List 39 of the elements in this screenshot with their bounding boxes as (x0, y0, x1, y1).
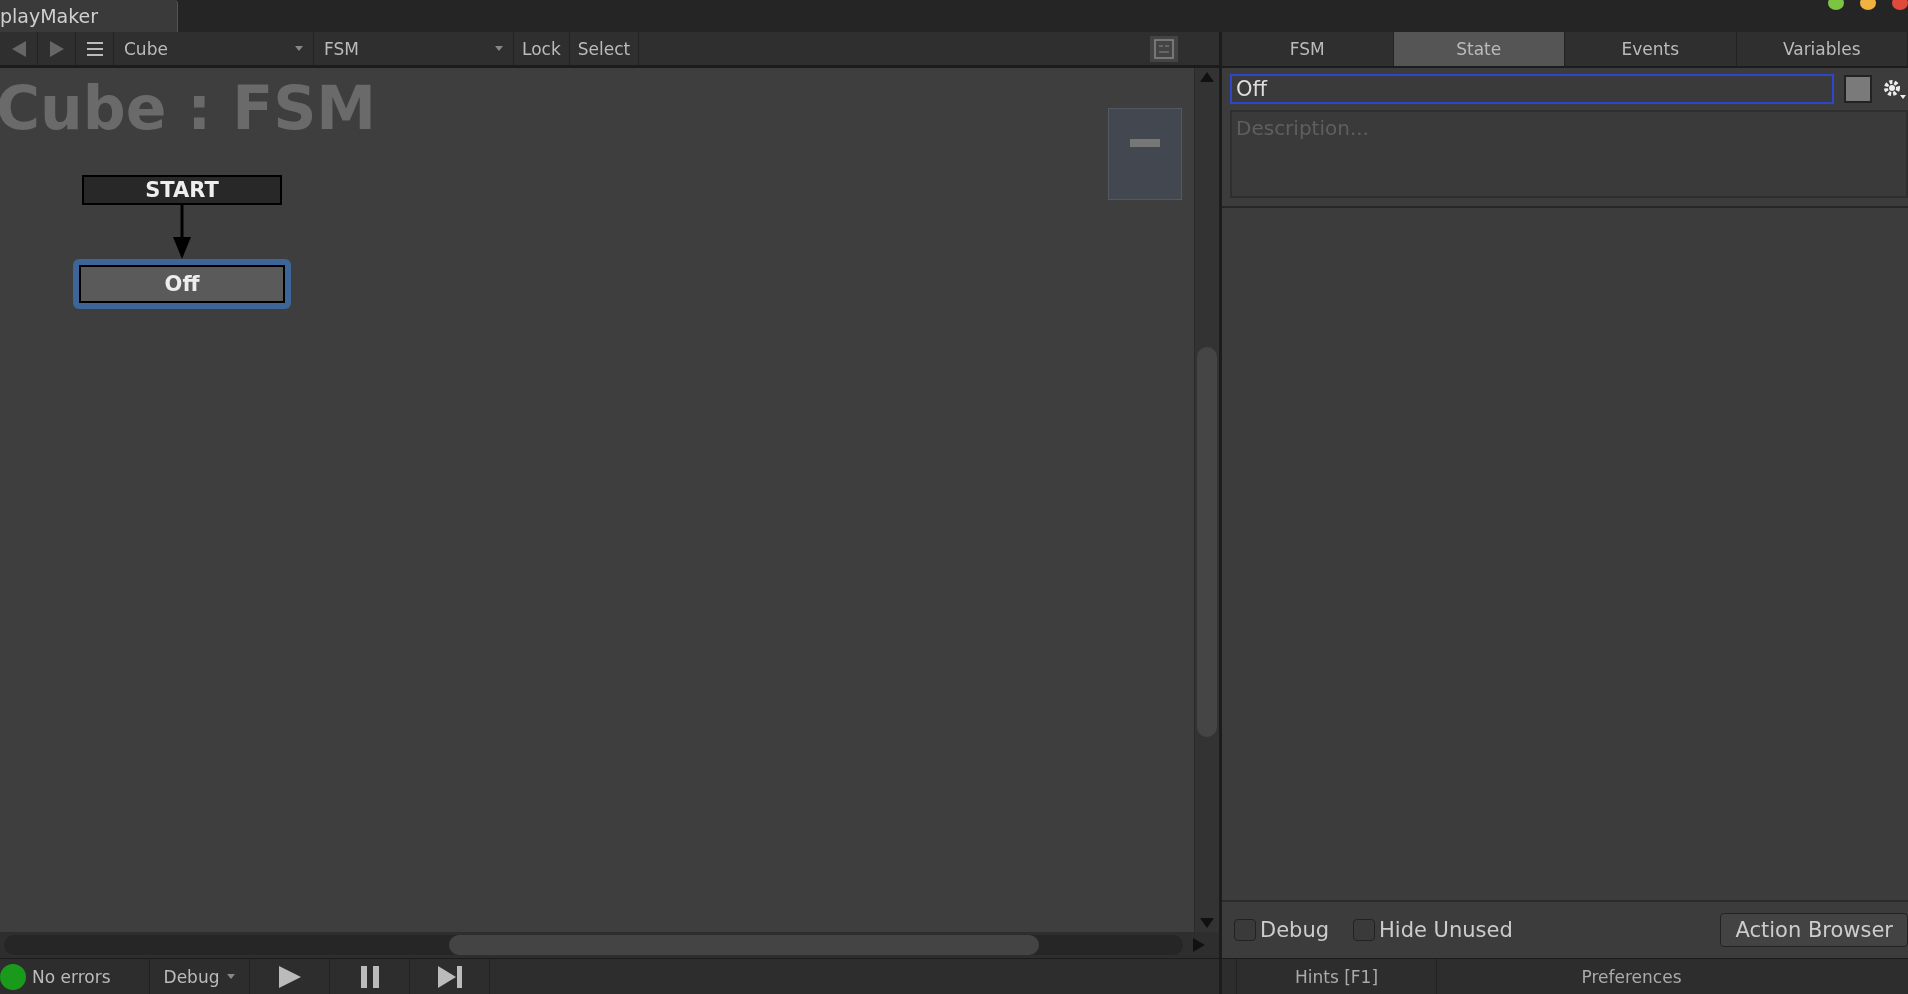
triangle-right-icon (47, 39, 66, 58)
minimap[interactable] (1108, 108, 1182, 200)
window-tab[interactable]: playMaker (0, 0, 178, 32)
mode-dropdown[interactable]: Debug (150, 959, 250, 994)
menu-icon (86, 41, 103, 56)
option-checkbox[interactable]: Debug (1234, 918, 1330, 942)
close-icon[interactable] (1892, 0, 1908, 10)
minimize-icon[interactable] (1860, 0, 1876, 10)
vertical-scrollbar[interactable] (1194, 68, 1219, 932)
inspector-tab[interactable]: State (1393, 32, 1565, 66)
state-name-field[interactable]: Off (1230, 74, 1834, 104)
maximize-icon[interactable] (1828, 0, 1844, 10)
frame-icon[interactable] (1149, 34, 1179, 63)
caret-icon (495, 46, 503, 51)
gear-icon[interactable] (1882, 78, 1906, 100)
caret-icon (227, 974, 236, 979)
step-icon (436, 964, 463, 989)
transition-arrow (172, 205, 192, 259)
footer-link[interactable]: Hints [F1] (1236, 959, 1436, 994)
horizontal-scrollbar[interactable] (0, 932, 1219, 958)
object-dropdown[interactable]: FSM (314, 32, 514, 65)
toolbar-button[interactable]: Select (569, 32, 640, 65)
toolbar-button[interactable]: Lock (514, 32, 570, 65)
state-node[interactable]: Off (73, 259, 291, 309)
caret-icon (295, 46, 303, 51)
triangle-right-icon (1193, 938, 1205, 952)
object-dropdown[interactable]: Cube (114, 32, 314, 65)
play-icon (277, 964, 302, 989)
pause-icon (359, 965, 380, 988)
minus-icon (1130, 139, 1160, 147)
status-dot (0, 963, 26, 990)
status-text: No errors (32, 966, 111, 987)
state-node[interactable]: START (82, 175, 282, 205)
footer-link[interactable]: Preferences (1436, 959, 1826, 994)
triangle-up-icon (1200, 72, 1214, 82)
action-browser-button[interactable]: Action Browser (1720, 913, 1908, 947)
triangle-down-icon (1200, 918, 1214, 928)
option-checkbox[interactable]: Hide Unused (1353, 918, 1513, 942)
color-swatch[interactable] (1844, 75, 1872, 103)
